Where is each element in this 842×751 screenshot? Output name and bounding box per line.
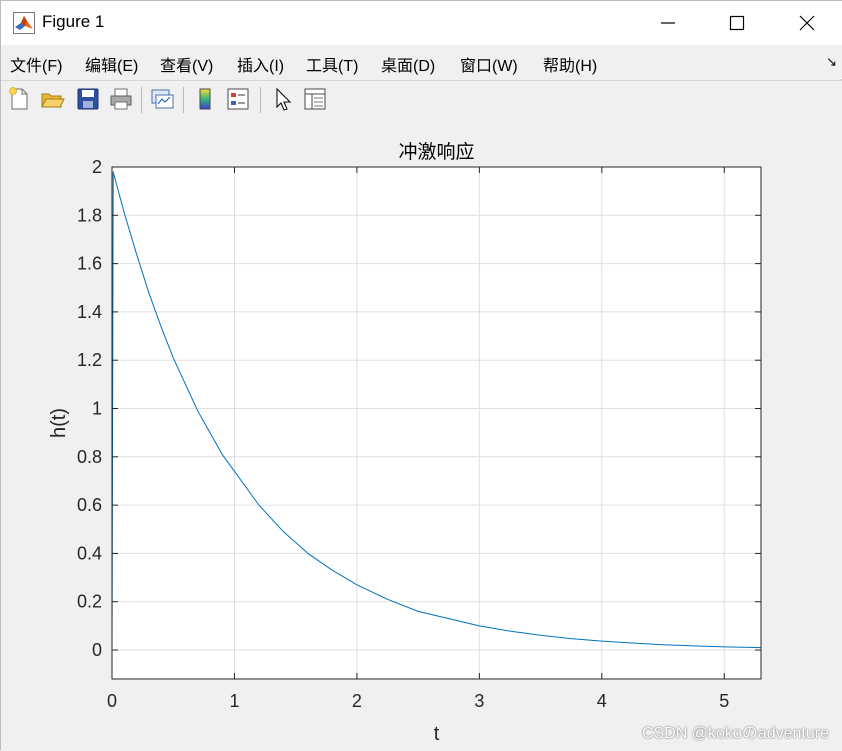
menu-file[interactable]: 文件(F) [10, 52, 62, 76]
x-tick-label: 0 [107, 691, 117, 711]
y-tick-label: 1.6 [77, 254, 102, 274]
open-file-icon[interactable] [39, 86, 65, 112]
maximize-icon [729, 15, 745, 31]
y-tick-label: 2 [92, 157, 102, 177]
y-tick-label: 1.8 [77, 205, 102, 225]
close-button[interactable] [772, 1, 842, 45]
maximize-button[interactable] [702, 1, 772, 45]
toolbar-separator [183, 87, 184, 113]
menu-window[interactable]: 窗口(W) [460, 52, 518, 76]
menu-tools[interactable]: 工具(T) [306, 52, 358, 76]
edit-plot-icon[interactable] [270, 86, 296, 112]
figure-canvas: 0 1 2 3 4 5 0 0.2 0.4 0.6 0.8 1 1.2 1.4 1.6 1.8 2 冲激响应 t h(… [1, 119, 842, 751]
y-tick-label: 0.2 [77, 592, 102, 612]
y-tick-label: 1 [92, 399, 102, 419]
x-tick-label: 2 [352, 691, 362, 711]
menu-edit[interactable]: 编辑(E) [85, 52, 138, 76]
menu-desktop[interactable]: 桌面(D) [381, 52, 435, 76]
x-tick-label: 3 [474, 691, 484, 711]
chart-title: 冲激响应 [398, 141, 474, 163]
matlab-logo-icon [13, 12, 35, 34]
x-axis-label: t [434, 723, 440, 745]
minimize-button[interactable] [633, 1, 703, 45]
save-icon[interactable] [75, 86, 101, 112]
menu-bar: 文件(F) 编辑(E) 查看(V) 插入(I) 工具(T) 桌面(D) 窗口(W… [1, 45, 842, 79]
y-tick-label: 0.8 [77, 447, 102, 467]
colorbar-icon[interactable] [192, 86, 218, 112]
dock-arrow-icon[interactable]: ↘ [826, 55, 837, 70]
watermark: CSDN @kokoのadventure [642, 725, 829, 742]
close-icon [799, 15, 815, 31]
figure-window: Figure 1 文件(F) 编辑(E) 查看(V) 插入(I) 工具(T) 桌… [0, 0, 842, 751]
x-tick-label: 1 [229, 691, 239, 711]
x-tick-label: 5 [719, 691, 729, 711]
y-tick-label: 1.4 [77, 302, 102, 322]
y-tick-label: 0.6 [77, 495, 102, 515]
y-tick-label: 1.2 [77, 350, 102, 370]
y-tick-label: 0.4 [77, 543, 102, 563]
minimize-icon [661, 22, 675, 24]
title-bar: Figure 1 [1, 1, 842, 45]
menu-help[interactable]: 帮助(H) [543, 52, 597, 76]
y-axis-label: h(t) [48, 408, 70, 438]
new-figure-icon[interactable] [6, 86, 32, 112]
x-tick-label: 4 [597, 691, 607, 711]
window-title: Figure 1 [42, 12, 105, 31]
menu-insert[interactable]: 插入(I) [237, 52, 284, 76]
link-plot-icon[interactable] [149, 86, 175, 112]
toolbar [1, 80, 842, 120]
y-tick-label: 0 [92, 640, 102, 660]
plot-axes[interactable]: 0 1 2 3 4 5 0 0.2 0.4 0.6 0.8 1 1.2 1.4 1.6 1.8 2 冲激响应 t h(… [1, 119, 842, 751]
toolbar-separator [141, 87, 142, 113]
print-icon[interactable] [108, 86, 134, 112]
menu-view[interactable]: 查看(V) [160, 52, 213, 76]
toolbar-separator [260, 87, 261, 113]
legend-icon[interactable] [225, 86, 251, 112]
property-inspector-icon[interactable] [302, 86, 328, 112]
